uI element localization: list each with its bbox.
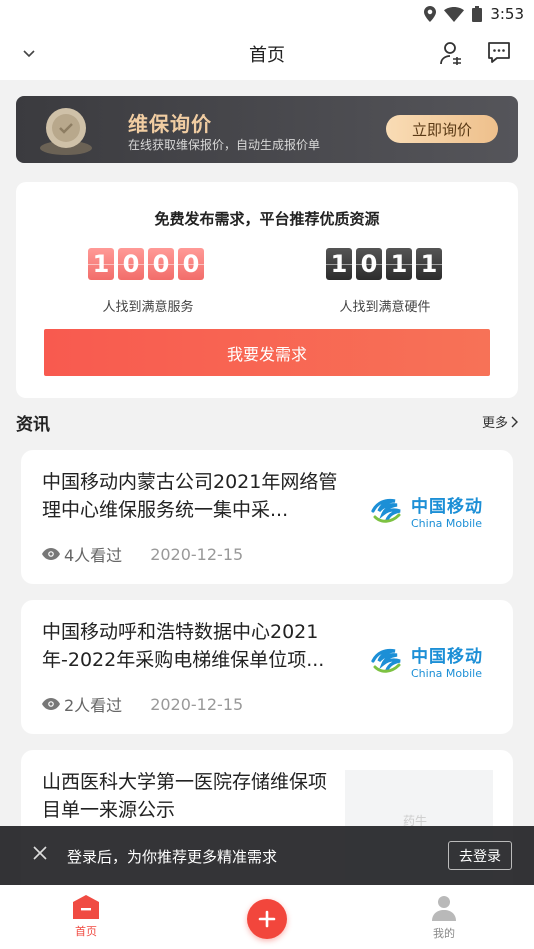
news-title: 中国移动呼和浩特数据中心2021年-2022年采购电梯维保单位项... bbox=[42, 621, 325, 671]
logo-text-cn: 中国移动 bbox=[411, 647, 483, 667]
tab-home-label: 首页 bbox=[75, 925, 97, 938]
news-card[interactable]: 中国移动内蒙古公司2021年网络管理中心维保服务统一集中采... 4人看过 20… bbox=[21, 450, 513, 584]
view-count: 2人看过 bbox=[64, 696, 123, 715]
login-prompt-toast: 登录后，为你推荐更多精准需求 去登录 bbox=[0, 826, 534, 885]
home-icon bbox=[73, 895, 99, 919]
news-section-title: 资讯 bbox=[16, 415, 50, 435]
tab-home[interactable]: 首页 bbox=[73, 895, 99, 939]
battery-icon bbox=[472, 6, 483, 22]
news-date: 2020-12-15 bbox=[150, 544, 244, 564]
news-meta: 2人看过 2020-12-15 bbox=[42, 692, 243, 716]
eye-icon bbox=[42, 548, 60, 560]
page-title: 首页 bbox=[249, 45, 285, 66]
banner-title: 维保询价 bbox=[128, 112, 212, 136]
news-card[interactable]: 中国移动呼和浩特数据中心2021年-2022年采购电梯维保单位项... 2人看过… bbox=[21, 600, 513, 734]
counter-digit: 1 bbox=[386, 248, 412, 280]
service-counter-label: 人找到满意服务 bbox=[102, 300, 194, 315]
maintenance-quote-banner[interactable]: 维保询价 在线获取维保报价，自动生成报价单 立即询价 bbox=[16, 96, 518, 163]
china-mobile-logo-icon bbox=[371, 648, 401, 673]
news-date: 2020-12-15 bbox=[150, 694, 244, 714]
eye-icon bbox=[42, 698, 60, 710]
inquire-now-button[interactable]: 立即询价 bbox=[386, 115, 498, 143]
login-prompt-text: 登录后，为你推荐更多精准需求 bbox=[67, 848, 278, 866]
news-meta: 4人看过 2020-12-15 bbox=[42, 542, 243, 566]
top-bar: 首页 bbox=[0, 28, 534, 80]
china-mobile-logo: 中国移动 China Mobile bbox=[369, 642, 483, 680]
counter-digit: 0 bbox=[178, 248, 204, 280]
go-login-button[interactable]: 去登录 bbox=[448, 841, 512, 870]
counter-digit: 1 bbox=[88, 248, 114, 280]
service-counter: 1 0 0 0 bbox=[88, 248, 204, 280]
chevron-down-icon[interactable] bbox=[22, 44, 36, 63]
logo-text-cn: 中国移动 bbox=[411, 497, 483, 517]
wifi-icon bbox=[444, 6, 465, 22]
news-title: 山西医科大学第一医院存储维保项目单一来源公示 bbox=[42, 771, 328, 821]
more-label: 更多 bbox=[481, 416, 508, 431]
banner-subtitle: 在线获取维保报价，自动生成报价单 bbox=[128, 138, 321, 152]
news-title: 中国移动内蒙古公司2021年网络管理中心维保服务统一集中采... bbox=[42, 471, 338, 521]
status-bar: 3:53 bbox=[0, 0, 534, 28]
logo-text-en: China Mobile bbox=[411, 517, 483, 530]
tab-me[interactable]: 我的 bbox=[430, 895, 458, 941]
more-link[interactable]: 更多 bbox=[482, 412, 518, 431]
counter-digit: 1 bbox=[416, 248, 442, 280]
demand-title: 免费发布需求，平台推荐优质资源 bbox=[154, 210, 380, 228]
counter-digit: 1 bbox=[326, 248, 352, 280]
china-mobile-logo-icon bbox=[371, 498, 401, 523]
post-demand-button[interactable]: 我要发需求 bbox=[44, 329, 490, 376]
hardware-counter: 1 0 1 1 bbox=[326, 248, 442, 280]
news-section-header: 资讯 更多 bbox=[16, 410, 518, 435]
logo-text-en: China Mobile bbox=[411, 667, 483, 680]
message-icon[interactable] bbox=[486, 40, 512, 70]
china-mobile-logo: 中国移动 China Mobile bbox=[369, 492, 483, 530]
add-demand-button[interactable] bbox=[247, 899, 287, 939]
counter-digit: 0 bbox=[148, 248, 174, 280]
demand-card: 免费发布需求，平台推荐优质资源 1 0 0 0 人找到满意服务 1 0 1 1 … bbox=[16, 182, 518, 398]
coin-medal-icon bbox=[38, 104, 94, 156]
counter-digit: 0 bbox=[356, 248, 382, 280]
status-time: 3:53 bbox=[490, 5, 524, 23]
chevron-right-icon bbox=[511, 416, 518, 427]
view-count: 4人看过 bbox=[64, 546, 123, 565]
close-icon[interactable] bbox=[32, 845, 48, 865]
tab-me-label: 我的 bbox=[433, 927, 455, 940]
plus-icon bbox=[258, 910, 276, 928]
user-service-icon[interactable] bbox=[438, 40, 464, 70]
location-icon bbox=[424, 6, 437, 22]
hardware-counter-label: 人找到满意硬件 bbox=[339, 300, 431, 315]
user-icon bbox=[432, 896, 456, 921]
counter-digit: 0 bbox=[118, 248, 144, 280]
bottom-tab-bar: 首页 我的 bbox=[0, 885, 534, 949]
